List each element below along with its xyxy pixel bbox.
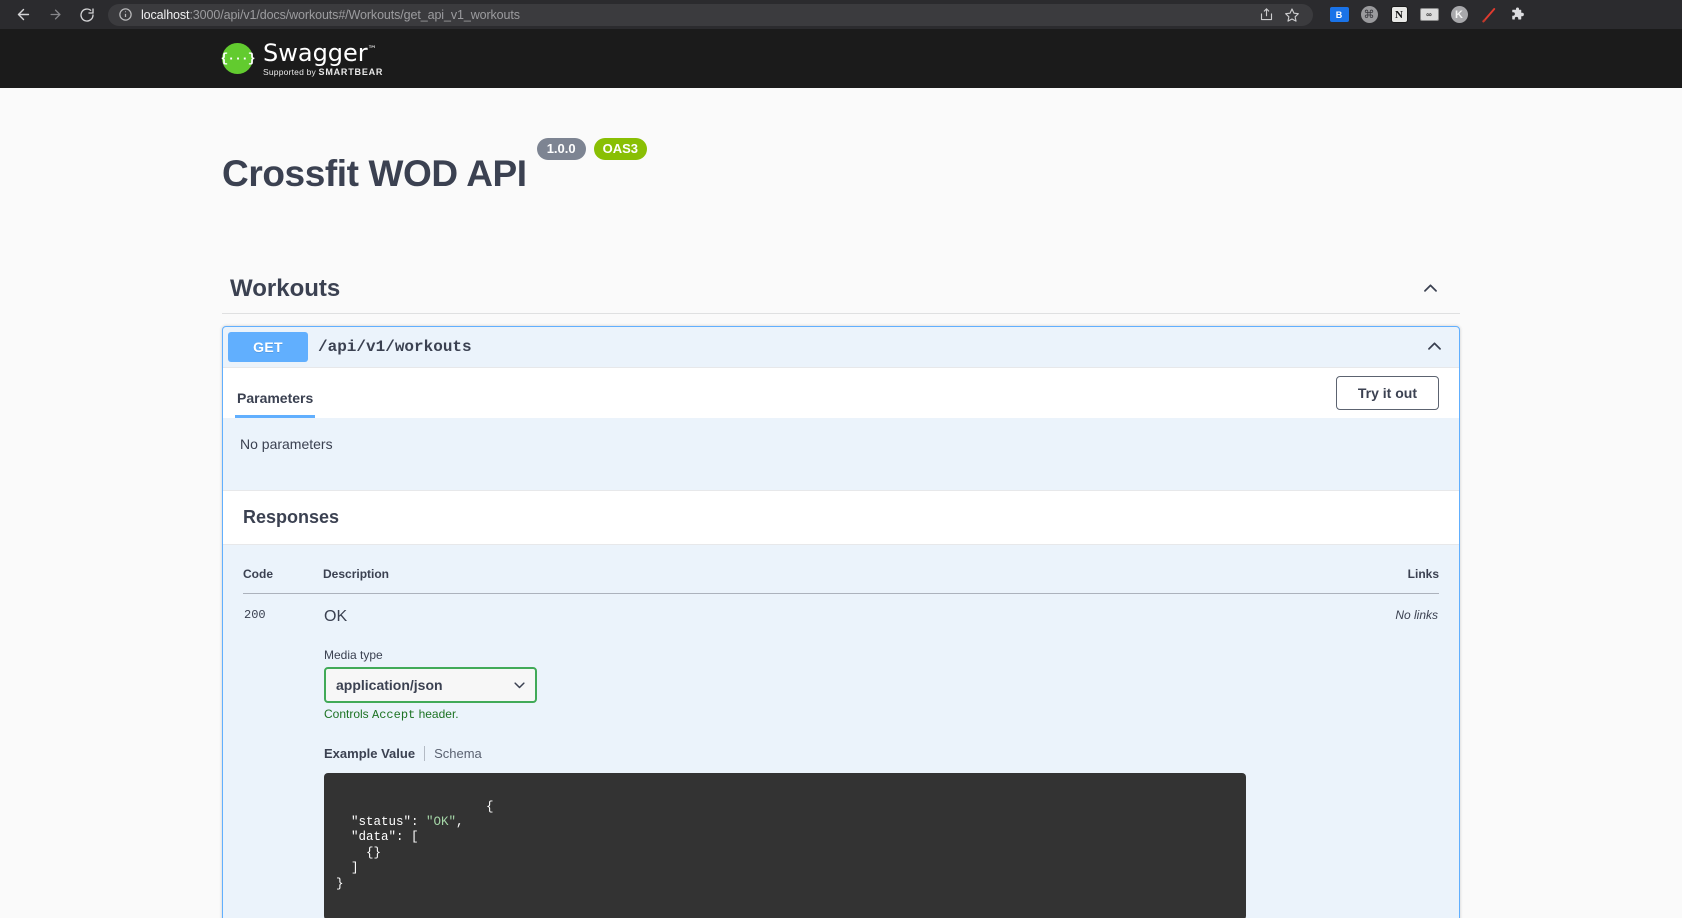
media-type-label: Media type <box>324 647 383 662</box>
oas-version-badge[interactable]: OAS3 <box>593 138 648 160</box>
bitly-badge-label: B <box>1329 7 1349 22</box>
bitly-extension-icon[interactable]: B <box>1329 5 1349 25</box>
profile-avatar-icon[interactable]: K <box>1449 5 1469 25</box>
notion-extension-icon[interactable]: N <box>1389 5 1409 25</box>
star-icon[interactable] <box>1281 4 1303 26</box>
example-schema-tabs: Example Value Schema <box>324 746 1246 762</box>
api-info-block: Crossfit WOD API 1.0.0 OAS3 <box>0 88 1682 220</box>
accept-note-suffix: header. <box>415 707 459 722</box>
response-links-cell: No links <box>1395 607 1438 622</box>
forward-arrow-icon <box>48 7 63 22</box>
smartbear-brand: SMARTBEAR <box>318 66 384 77</box>
operation-get-workouts: GET /api/v1/workouts Parameters Try it o… <box>222 325 1460 918</box>
tag-header[interactable]: Workouts <box>222 275 1460 314</box>
puzzle-icon <box>1510 6 1528 24</box>
page-title: Crossfit WOD API <box>222 152 527 194</box>
responses-table-wrap: Code Description Links 200 OK Media type <box>223 544 1459 918</box>
media-type-select[interactable]: application/json <box>324 666 537 704</box>
forward-button[interactable] <box>40 3 70 27</box>
swagger-braces-icon: {···} <box>220 43 256 74</box>
url-path: :3000/api/v1/docs/workouts#/Workouts/get… <box>189 7 520 22</box>
tag-section-workouts: Workouts GET /api/v1/workouts Parameters… <box>222 275 1460 918</box>
swagger-topbar: {···} Swagger™ Supported by SMARTBEAR <box>0 29 1682 88</box>
swagger-logo[interactable]: {···} Swagger™ Supported by SMARTBEAR <box>220 41 383 77</box>
grammarly-extension-icon[interactable]: ⌘ <box>1359 5 1379 25</box>
col-header-links: Links <box>1246 544 1439 594</box>
browser-toolbar: localhost:3000/api/v1/docs/workouts#/Wor… <box>0 0 1682 29</box>
swagger-braces-glyph: {···} <box>220 51 256 66</box>
accept-note-prefix: Controls <box>324 707 373 722</box>
omnibox-actions <box>1255 4 1303 26</box>
http-method-badge: GET <box>228 331 308 362</box>
wallet-glyph: ∞ <box>1419 8 1439 21</box>
table-row: 200 OK Media type application/json Contr… <box>243 593 1439 918</box>
url-text: localhost:3000/api/v1/docs/workouts#/Wor… <box>141 8 520 22</box>
example-value-code-block[interactable]: { "status": "OK", "data": [ {} ] } <box>324 773 1246 918</box>
back-button[interactable] <box>8 3 38 27</box>
responses-table-body: 200 OK Media type application/json Contr… <box>243 593 1439 918</box>
highlighter-extension-icon[interactable] <box>1479 5 1499 25</box>
supported-by-prefix: Supported by <box>263 66 316 77</box>
tab-parameters[interactable]: Parameters <box>235 390 316 419</box>
extension-icon-row: B ⌘ N ∞ K <box>1319 5 1529 25</box>
back-arrow-icon <box>15 6 32 23</box>
swagger-logo-text: Swagger™ Supported by SMARTBEAR <box>263 41 383 77</box>
chevron-up-icon[interactable] <box>1421 279 1440 298</box>
tag-name-label: Workouts <box>230 274 341 302</box>
responses-header-row: Code Description Links <box>243 544 1439 594</box>
extensions-puzzle-icon[interactable] <box>1509 5 1529 25</box>
responses-table: Code Description Links 200 OK Media type <box>243 544 1439 918</box>
parameters-panel: No parameters <box>223 417 1459 490</box>
tab-schema[interactable]: Schema <box>424 746 491 762</box>
example-json-text: { "status": "OK", "data": [ {} ] } <box>336 799 494 891</box>
responses-header: Responses <box>223 489 1459 545</box>
pencil-icon <box>1480 6 1498 24</box>
swagger-wordmark-text: Swagger <box>263 38 368 67</box>
responses-title: Responses <box>243 506 340 527</box>
parameters-header: Parameters Try it out <box>223 366 1459 419</box>
api-title-row: Crossfit WOD API 1.0.0 OAS3 <box>222 128 1682 220</box>
parameters-tab-row: Parameters <box>235 367 316 419</box>
operation-summary-bar[interactable]: GET /api/v1/workouts <box>223 327 1459 367</box>
avatar-initial: K <box>1450 6 1468 23</box>
col-header-description: Description <box>323 544 1247 594</box>
info-circle-icon[interactable] <box>118 7 133 22</box>
operation-body: Parameters Try it out No parameters Resp… <box>223 366 1459 918</box>
media-type-select-wrap: application/json <box>324 666 537 704</box>
browser-nav-buttons <box>8 3 102 27</box>
url-bar[interactable]: localhost:3000/api/v1/docs/workouts#/Wor… <box>108 3 1313 26</box>
try-it-out-button[interactable]: Try it out <box>1335 375 1439 410</box>
col-header-code: Code <box>243 544 323 594</box>
response-description-cell: OK Media type application/json Controls … <box>323 593 1247 918</box>
response-code-200: 200 <box>244 607 266 622</box>
trademark-glyph: ™ <box>367 44 377 55</box>
reload-button[interactable] <box>72 3 102 27</box>
swagger-ui-page: Crossfit WOD API 1.0.0 OAS3 Workouts GET… <box>0 88 1682 918</box>
swagger-supported-by: Supported by SMARTBEAR <box>263 66 384 77</box>
notion-glyph: N <box>1390 6 1408 23</box>
response-description-text: OK <box>324 607 348 625</box>
url-host: localhost <box>141 7 190 22</box>
no-parameters-text: No parameters <box>240 435 333 452</box>
operation-path: /api/v1/workouts <box>318 337 472 356</box>
reload-icon <box>79 7 95 23</box>
accept-header-code: Accept <box>372 708 416 723</box>
tab-example-value[interactable]: Example Value <box>324 746 424 761</box>
operation-collapse-chevron-up-icon[interactable] <box>1425 337 1444 356</box>
grammarly-glyph: ⌘ <box>1360 6 1378 23</box>
api-version-badge: 1.0.0 <box>536 138 586 160</box>
share-icon[interactable] <box>1255 4 1277 26</box>
swagger-wordmark: Swagger™ <box>263 41 383 65</box>
accept-header-note: Controls Accept header. <box>324 707 1246 722</box>
wallet-extension-icon[interactable]: ∞ <box>1419 5 1439 25</box>
responses-table-head: Code Description Links <box>243 544 1439 594</box>
